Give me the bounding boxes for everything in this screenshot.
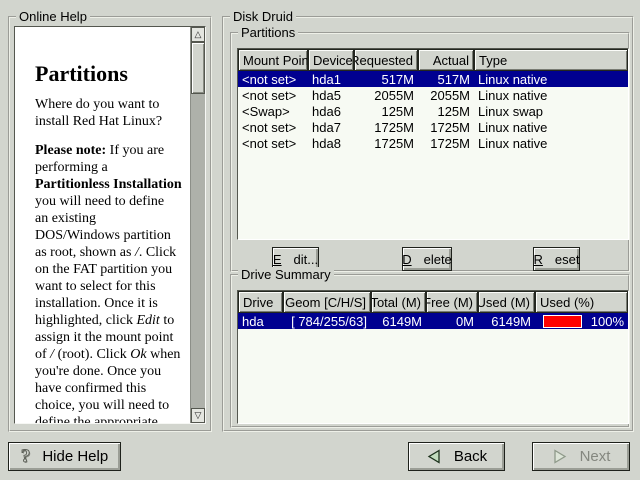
- back-label: Back: [454, 448, 487, 465]
- cell: hda1: [308, 72, 354, 87]
- help-paragraph: Please note: If you are performing a Par…: [35, 142, 195, 424]
- cell: [ 784/255/63]: [283, 314, 371, 329]
- column-header[interactable]: Used (%): [535, 291, 628, 313]
- partitions-table-body: <not set>hda1517M517MLinux native<not se…: [238, 71, 628, 151]
- used-percent-bar: [543, 315, 582, 328]
- disk-druid-label: Disk Druid: [230, 9, 296, 24]
- cell: 517M: [418, 72, 474, 87]
- online-help-label: Online Help: [16, 9, 90, 24]
- column-header[interactable]: Requested: [354, 49, 418, 71]
- partition-row[interactable]: <not set>hda1517M517MLinux native: [238, 71, 628, 87]
- drive-summary-table: DriveGeom [C/H/S]Total (M)Free (M)Used (…: [237, 290, 629, 424]
- cell: hda8: [308, 136, 354, 151]
- column-header[interactable]: Used (M): [478, 291, 535, 313]
- drive-summary-table-header: DriveGeom [C/H/S]Total (M)Free (M)Used (…: [238, 291, 628, 313]
- cell: 2055M: [418, 88, 474, 103]
- disk-druid-panel: Disk Druid Partitions Mount PointDeviceR…: [222, 16, 634, 432]
- help-title: Partitions: [35, 65, 195, 82]
- drive-summary-label: Drive Summary: [238, 267, 334, 282]
- column-header[interactable]: Device: [308, 49, 354, 71]
- cell: Linux native: [474, 88, 628, 103]
- cell: hda: [238, 314, 283, 329]
- cell: Linux native: [474, 136, 628, 151]
- cell: 0M: [426, 314, 478, 329]
- column-header[interactable]: Actual: [418, 49, 474, 71]
- left-triangle-icon: [426, 449, 442, 464]
- drive-summary-group: Drive Summary DriveGeom [C/H/S]Total (M)…: [230, 274, 630, 428]
- column-header[interactable]: Geom [C/H/S]: [283, 291, 371, 313]
- column-header[interactable]: Drive: [238, 291, 283, 313]
- next-label: Next: [580, 448, 611, 465]
- cell: <not set>: [238, 88, 308, 103]
- help-content-area: Partitions Where do you want to install …: [14, 26, 206, 424]
- cell: 6149M: [371, 314, 426, 329]
- cell: <not set>: [238, 120, 308, 135]
- right-triangle-icon: [552, 449, 568, 464]
- hide-help-button[interactable]: ? Hide Help: [8, 442, 121, 471]
- partitions-table-header: Mount PointDeviceRequestedActualType: [238, 49, 628, 71]
- online-help-panel: Online Help Partitions Where do you want…: [8, 16, 212, 432]
- cell: 1725M: [418, 120, 474, 135]
- cell: <Swap>: [238, 104, 308, 119]
- help-scrollbar[interactable]: △ ▽: [190, 27, 205, 423]
- partitions-table: Mount PointDeviceRequestedActualType <no…: [237, 48, 629, 240]
- drive-summary-table-body: hda[ 784/255/63]6149M0M6149M100%: [238, 313, 628, 329]
- cell: 6149M: [478, 314, 535, 329]
- cell: 1725M: [354, 120, 418, 135]
- back-button[interactable]: Back: [408, 442, 505, 471]
- delete-button[interactable]: Delete: [402, 247, 452, 271]
- cell: hda7: [308, 120, 354, 135]
- partition-row[interactable]: <not set>hda81725M1725MLinux native: [238, 135, 628, 151]
- help-paragraph: Where do you want to install Red Hat Lin…: [35, 96, 195, 130]
- cell: 125M: [418, 104, 474, 119]
- help-text: Partitions Where do you want to install …: [35, 27, 195, 423]
- next-button[interactable]: Next: [532, 442, 630, 471]
- cell: <not set>: [238, 136, 308, 151]
- partition-row[interactable]: <not set>hda52055M2055MLinux native: [238, 87, 628, 103]
- cell: hda6: [308, 104, 354, 119]
- scrollbar-thumb[interactable]: [191, 42, 205, 94]
- cell: Linux swap: [474, 104, 628, 119]
- column-header[interactable]: Free (M): [426, 291, 478, 313]
- column-header[interactable]: Mount Point: [238, 49, 308, 71]
- cell: 1725M: [418, 136, 474, 151]
- cell: 1725M: [354, 136, 418, 151]
- partition-row[interactable]: <not set>hda71725M1725MLinux native: [238, 119, 628, 135]
- cell: 125M: [354, 104, 418, 119]
- column-header[interactable]: Type: [474, 49, 628, 71]
- used-percent-label: 100%: [591, 314, 624, 329]
- cell: 100%: [535, 314, 628, 329]
- partitions-group-label: Partitions: [238, 25, 298, 40]
- hide-help-label: Hide Help: [42, 448, 108, 465]
- reset-button[interactable]: Reset: [533, 247, 580, 271]
- cell: <not set>: [238, 72, 308, 87]
- cell: 2055M: [354, 88, 418, 103]
- drive-row[interactable]: hda[ 784/255/63]6149M0M6149M100%: [238, 313, 628, 329]
- scroll-up-icon[interactable]: △: [191, 27, 205, 42]
- scroll-down-icon[interactable]: ▽: [191, 408, 205, 423]
- partition-row[interactable]: <Swap>hda6125M125MLinux swap: [238, 103, 628, 119]
- cell: 517M: [354, 72, 418, 87]
- column-header[interactable]: Total (M): [371, 291, 426, 313]
- cell: Linux native: [474, 120, 628, 135]
- cell: Linux native: [474, 72, 628, 87]
- partitions-group: Partitions Mount PointDeviceRequestedAct…: [230, 32, 630, 272]
- question-mark-icon: ?: [21, 447, 31, 466]
- help-paragraphs: Where do you want to install Red Hat Lin…: [35, 96, 195, 424]
- cell: hda5: [308, 88, 354, 103]
